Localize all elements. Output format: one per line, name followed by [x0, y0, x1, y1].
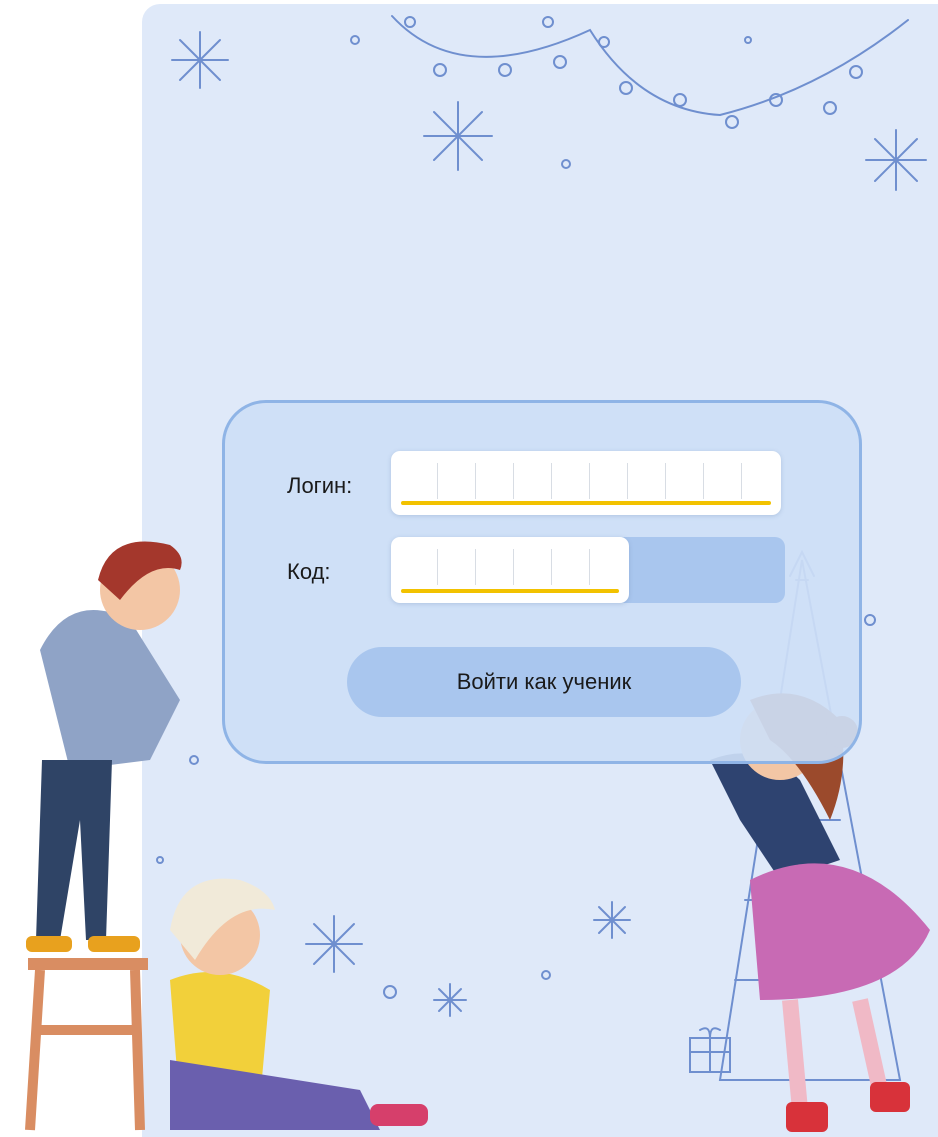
cell-divider	[703, 463, 704, 499]
code-input[interactable]	[391, 537, 629, 603]
login-label: Логин:	[287, 473, 353, 498]
cell-divider	[475, 463, 476, 499]
login-as-student-button[interactable]: Войти как ученик	[347, 647, 741, 717]
login-input[interactable]	[391, 451, 781, 515]
cell-divider	[437, 463, 438, 499]
code-label: Код:	[287, 559, 331, 584]
focus-underline	[401, 501, 771, 505]
cell-divider	[551, 463, 552, 499]
cell-divider	[589, 549, 590, 585]
cell-divider	[741, 463, 742, 499]
cell-divider	[513, 549, 514, 585]
cell-divider	[551, 549, 552, 585]
cell-divider	[513, 463, 514, 499]
cell-divider	[437, 549, 438, 585]
cell-divider	[475, 549, 476, 585]
login-card: Логин: Код: Войти как ученик	[222, 400, 862, 764]
focus-underline	[401, 589, 619, 593]
cell-divider	[665, 463, 666, 499]
cell-divider	[589, 463, 590, 499]
cell-divider	[627, 463, 628, 499]
